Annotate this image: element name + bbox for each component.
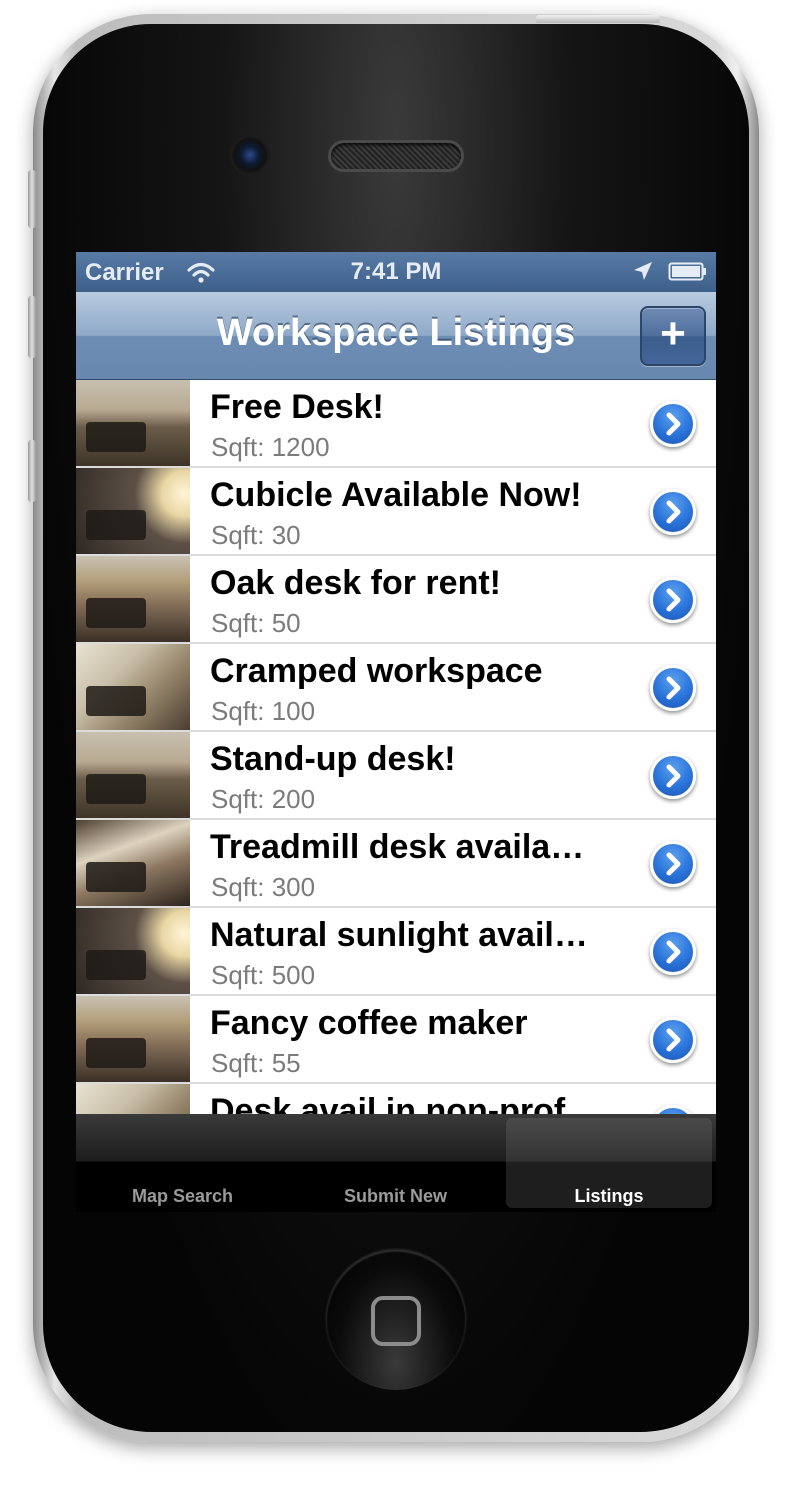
listing-sqft: Sqft: 50 xyxy=(211,608,301,638)
list-item[interactable]: Oak desk for rent! Sqft: 50 xyxy=(76,556,716,644)
page-title: Workspace Listings xyxy=(216,312,576,354)
chevron-right-icon xyxy=(666,1028,681,1052)
listings-table[interactable]: Free Desk! Sqft: 1200 Cubicle Available … xyxy=(76,380,716,1114)
sleep-button xyxy=(536,15,660,23)
detail-disclosure-button[interactable] xyxy=(650,929,696,975)
chevron-right-icon xyxy=(666,500,681,524)
tab-label: Map Search xyxy=(131,1186,234,1206)
listing-thumbnail xyxy=(76,556,190,642)
listing-sqft: Sqft: 200 xyxy=(211,784,316,814)
detail-disclosure-button[interactable] xyxy=(650,489,696,535)
listing-title: Cubicle Available Now! xyxy=(210,476,582,514)
listing-title: Fancy coffee maker xyxy=(210,1004,528,1042)
tab-submit-new[interactable]: Submit New xyxy=(289,1114,502,1212)
chevron-right-icon xyxy=(666,940,681,964)
tab-label: Listings xyxy=(574,1186,644,1206)
listing-sqft: Sqft: 30 xyxy=(211,520,301,550)
list-item[interactable]: Fancy coffee maker Sqft: 55 xyxy=(76,996,716,1084)
tab-listings[interactable]: Listings xyxy=(506,1118,712,1208)
detail-disclosure-button[interactable] xyxy=(650,665,696,711)
listing-sqft: Sqft: 1200 xyxy=(211,432,330,462)
listing-sqft: Sqft: 500 xyxy=(211,960,316,990)
earpiece-speaker xyxy=(328,140,464,172)
chevron-right-icon xyxy=(666,852,681,876)
list-item[interactable]: Desk avail in non-prof… xyxy=(76,1084,716,1114)
listing-title: Treadmill desk availa… xyxy=(210,828,585,866)
list-item[interactable]: Treadmill desk availa… Sqft: 300 xyxy=(76,820,716,908)
listing-thumbnail xyxy=(76,820,190,906)
navigation-bar: Workspace Listings + xyxy=(76,292,716,380)
volume-up-button xyxy=(28,296,36,358)
listing-title: Oak desk for rent! xyxy=(210,564,501,602)
volume-down-button xyxy=(28,440,36,502)
listing-thumbnail xyxy=(76,732,190,818)
chevron-right-icon xyxy=(666,676,681,700)
add-listing-button[interactable]: + xyxy=(640,306,706,366)
location-arrow-icon xyxy=(634,262,652,280)
detail-disclosure-button[interactable] xyxy=(650,841,696,887)
list-item[interactable]: Stand-up desk! Sqft: 200 xyxy=(76,732,716,820)
listing-thumbnail xyxy=(76,380,190,466)
listing-title: Desk avail in non-prof… xyxy=(210,1092,600,1114)
chevron-right-icon xyxy=(666,412,681,436)
mute-switch xyxy=(28,170,36,228)
list-item[interactable]: Cubicle Available Now! Sqft: 30 xyxy=(76,468,716,556)
listing-sqft: Sqft: 100 xyxy=(211,696,316,726)
listing-title: Stand-up desk! xyxy=(210,740,456,778)
listing-thumbnail xyxy=(76,996,190,1082)
listing-title: Free Desk! xyxy=(210,388,384,426)
tab-bar: Map Search Submit New Listings xyxy=(76,1114,716,1212)
listing-title: Natural sunlight avail… xyxy=(210,916,588,954)
tab-map-search[interactable]: Map Search xyxy=(76,1114,289,1212)
detail-disclosure-button[interactable] xyxy=(650,1105,696,1114)
list-item[interactable]: Free Desk! Sqft: 1200 xyxy=(76,380,716,468)
app-screen: Carrier 7:41 PM Workspace Listings + Fre… xyxy=(76,252,716,1212)
detail-disclosure-button[interactable] xyxy=(650,1017,696,1063)
detail-disclosure-button[interactable] xyxy=(650,753,696,799)
status-bar: Carrier 7:41 PM xyxy=(76,252,716,292)
listing-title: Cramped workspace xyxy=(210,652,543,690)
chevron-right-icon xyxy=(666,588,681,612)
listing-thumbnail xyxy=(76,644,190,730)
status-time: 7:41 PM xyxy=(350,258,442,285)
listing-thumbnail xyxy=(76,1084,190,1114)
listing-sqft: Sqft: 55 xyxy=(211,1048,301,1078)
home-square-icon xyxy=(371,1296,421,1346)
list-item[interactable]: Cramped workspace Sqft: 100 xyxy=(76,644,716,732)
list-item[interactable]: Natural sunlight avail… Sqft: 500 xyxy=(76,908,716,996)
front-camera xyxy=(232,137,268,173)
detail-disclosure-button[interactable] xyxy=(650,577,696,623)
battery-icon xyxy=(668,262,706,281)
detail-disclosure-button[interactable] xyxy=(650,401,696,447)
chevron-right-icon xyxy=(666,764,681,788)
listing-thumbnail xyxy=(76,908,190,994)
listing-sqft: Sqft: 300 xyxy=(211,872,316,902)
home-button[interactable] xyxy=(326,1250,466,1390)
listing-thumbnail xyxy=(76,468,190,554)
tab-label: Submit New xyxy=(343,1186,447,1206)
